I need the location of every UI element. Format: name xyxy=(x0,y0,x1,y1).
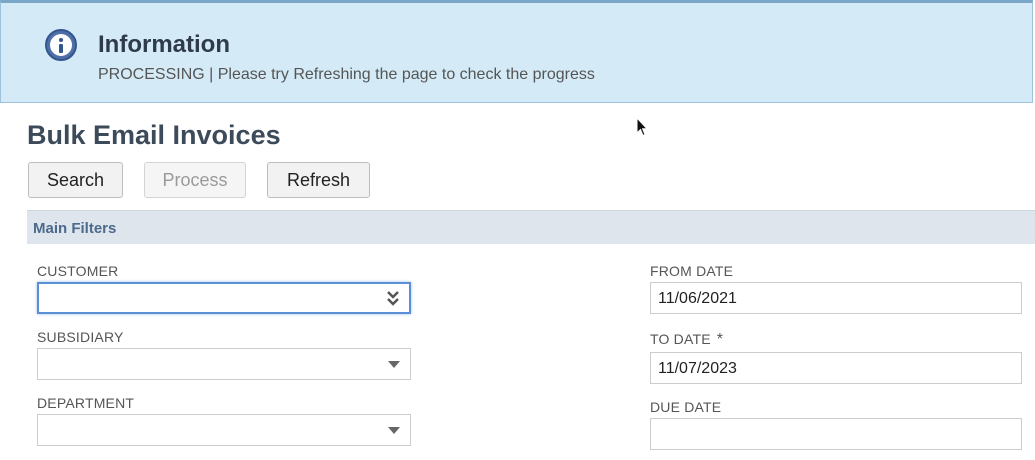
subsidiary-label: SUBSIDIARY xyxy=(37,329,124,345)
refresh-button[interactable]: Refresh xyxy=(267,162,370,198)
required-mark: * xyxy=(716,331,724,348)
from-date-value: 11/06/2021 xyxy=(658,290,737,307)
customer-field[interactable] xyxy=(37,282,411,314)
page-title: Bulk Email Invoices xyxy=(27,120,281,150)
info-message: PROCESSING | Please try Refreshing the p… xyxy=(98,66,595,83)
mouse-cursor-icon xyxy=(636,117,648,137)
to-date-label-text: TO DATE xyxy=(650,331,711,347)
double-chevron-down-icon[interactable] xyxy=(386,289,400,307)
caret-down-icon[interactable] xyxy=(388,361,400,368)
info-title: Information xyxy=(98,31,230,58)
department-label: DEPARTMENT xyxy=(37,395,135,411)
info-icon xyxy=(45,29,77,61)
from-date-input[interactable]: 11/06/2021 xyxy=(650,282,1022,314)
search-button[interactable]: Search xyxy=(28,162,123,198)
due-date-label: DUE DATE xyxy=(650,399,722,415)
to-date-label: TO DATE * xyxy=(650,331,723,349)
department-select[interactable] xyxy=(37,414,411,446)
to-date-input[interactable]: 11/07/2023 xyxy=(650,352,1022,384)
info-banner: Information PROCESSING | Please try Refr… xyxy=(0,0,1033,103)
customer-label: CUSTOMER xyxy=(37,263,119,279)
from-date-label: FROM DATE xyxy=(650,263,734,279)
to-date-value: 11/07/2023 xyxy=(658,360,737,377)
caret-down-icon[interactable] xyxy=(388,427,400,434)
due-date-input[interactable] xyxy=(650,418,1022,450)
main-filters-label: Main Filters xyxy=(33,220,117,237)
subsidiary-select[interactable] xyxy=(37,348,411,380)
process-button[interactable]: Process xyxy=(144,162,246,198)
main-filters-header[interactable]: Main Filters xyxy=(27,210,1035,244)
